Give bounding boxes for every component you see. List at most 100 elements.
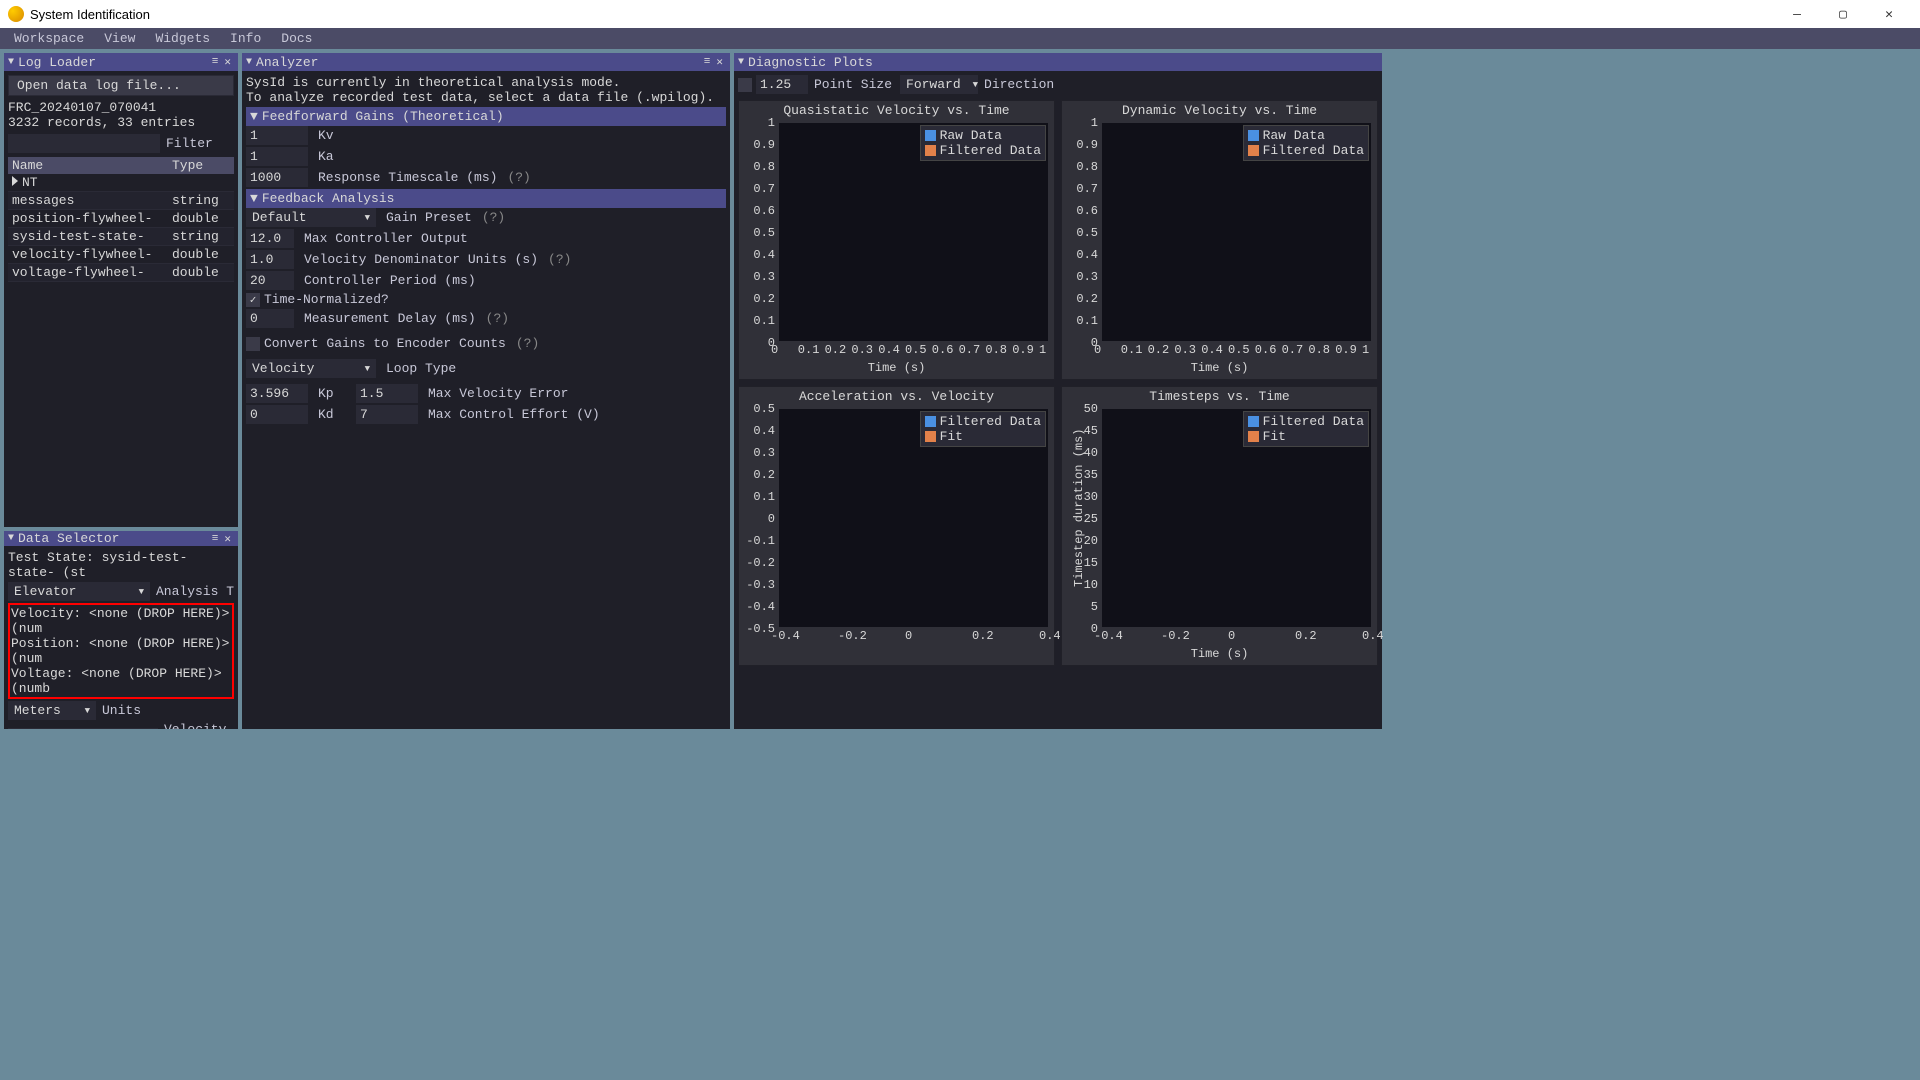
gain-preset-select[interactable]: Default▼ — [246, 208, 376, 227]
entry-type: double — [168, 210, 228, 227]
minimize-button[interactable]: — — [1774, 0, 1820, 28]
loop-type-select[interactable]: Velocity▼ — [246, 359, 376, 378]
legend-item[interactable]: Filtered Data — [1248, 414, 1364, 429]
panel-close-icon[interactable]: ✕ — [713, 55, 726, 69]
position-drop-target[interactable]: Position: <none (DROP HERE)> (num — [11, 636, 231, 666]
table-row[interactable]: messagesstring — [8, 192, 234, 210]
legend-item[interactable]: Filtered Data — [925, 143, 1041, 158]
max-vel-err-label: Max Velocity Error — [428, 386, 568, 401]
table-row[interactable]: position-flywheel-double — [8, 210, 234, 228]
controller-period-input[interactable] — [246, 271, 294, 290]
legend[interactable]: Filtered DataFit — [920, 411, 1046, 447]
legend-text: Raw Data — [940, 128, 1002, 143]
point-size-checkbox[interactable] — [738, 78, 752, 92]
help-icon[interactable]: (?) — [486, 311, 509, 326]
y-tick: 0.9 — [1076, 138, 1098, 152]
x-tick: 0.7 — [959, 343, 981, 357]
help-icon[interactable]: (?) — [548, 252, 571, 267]
legend-item[interactable]: Fit — [925, 429, 1041, 444]
direction-select[interactable]: Forward▼ — [900, 75, 978, 94]
max-effort-input[interactable] — [356, 405, 418, 424]
feedback-header[interactable]: ▼ Feedback Analysis — [246, 189, 726, 208]
time-norm-label: Time-Normalized? — [264, 292, 389, 307]
legend-swatch — [1248, 130, 1259, 141]
diagnostic-header[interactable]: ▼ Diagnostic Plots — [734, 53, 1382, 71]
panel-menu-icon[interactable]: ≡ — [209, 533, 222, 545]
x-tick: 0.4 — [1362, 629, 1384, 643]
point-size-input[interactable] — [756, 75, 808, 94]
menu-docs[interactable]: Docs — [271, 28, 322, 49]
legend-item[interactable]: Fit — [1248, 429, 1364, 444]
legend[interactable]: Raw DataFiltered Data — [920, 125, 1046, 161]
voltage-drop-target[interactable]: Voltage: <none (DROP HERE)> (numb — [11, 666, 231, 696]
data-selector-header[interactable]: ▼ Data Selector ≡ ✕ — [4, 531, 238, 546]
y-tick: 5 — [1091, 600, 1098, 614]
kd-label: Kd — [318, 407, 356, 422]
menu-widgets[interactable]: Widgets — [145, 28, 220, 49]
x-tick: -0.4 — [1094, 629, 1123, 643]
analyzer-header[interactable]: ▼ Analyzer ≡ ✕ — [242, 53, 730, 71]
chart-2[interactable]: Acceleration vs. Velocity0.50.40.30.20.1… — [738, 386, 1055, 666]
response-timescale-input[interactable] — [246, 168, 308, 187]
menu-info[interactable]: Info — [220, 28, 271, 49]
table-row[interactable]: voltage-flywheel-double — [8, 264, 234, 282]
col-header-type[interactable]: Type — [168, 157, 228, 174]
vel-denom-input[interactable] — [246, 250, 294, 269]
y-tick: 50 — [1084, 402, 1098, 416]
filter-input[interactable] — [8, 134, 160, 153]
velocity-scale-input[interactable] — [8, 728, 158, 730]
maximize-button[interactable]: ▢ — [1820, 0, 1866, 28]
y-tick: 0.5 — [1076, 226, 1098, 240]
velocity-drop-target[interactable]: Velocity: <none (DROP HERE)> (num — [11, 606, 231, 636]
chart-3[interactable]: Timesteps vs. Time50454035302520151050-0… — [1061, 386, 1378, 666]
legend-swatch — [925, 416, 936, 427]
y-tick: 0.3 — [753, 446, 775, 460]
feedforward-header[interactable]: ▼ Feedforward Gains (Theoretical) — [246, 107, 726, 126]
panel-menu-icon[interactable]: ≡ — [701, 56, 714, 68]
measurement-delay-input[interactable] — [246, 309, 294, 328]
legend-item[interactable]: Filtered Data — [1248, 143, 1364, 158]
analysis-type-select[interactable]: Elevator ▼ — [8, 582, 150, 601]
collapse-icon: ▼ — [8, 533, 14, 544]
table-row[interactable]: velocity-flywheel-double — [8, 246, 234, 264]
help-icon[interactable]: (?) — [516, 336, 539, 351]
entry-type: double — [168, 246, 228, 263]
panel-close-icon[interactable]: ✕ — [221, 532, 234, 546]
legend-swatch — [925, 431, 936, 442]
open-log-button[interactable]: Open data log file... — [8, 75, 234, 96]
log-loader-header[interactable]: ▼ Log Loader ≡ ✕ — [4, 53, 238, 71]
panel-close-icon[interactable]: ✕ — [221, 55, 234, 69]
legend-item[interactable]: Raw Data — [1248, 128, 1364, 143]
table-row[interactable]: NT — [8, 174, 234, 192]
panel-title: Data Selector — [18, 531, 209, 546]
collapse-icon: ▼ — [738, 57, 744, 68]
max-vel-err-input[interactable] — [356, 384, 418, 403]
x-tick: 0 — [1094, 343, 1101, 357]
help-icon[interactable]: (?) — [482, 210, 505, 225]
table-row[interactable]: sysid-test-state-string — [8, 228, 234, 246]
units-select[interactable]: Meters ▼ — [8, 701, 96, 720]
time-normalized-checkbox[interactable]: ✓ — [246, 293, 260, 307]
plots-grid: Quasistatic Velocity vs. Time10.90.80.70… — [738, 100, 1378, 666]
kv-input[interactable] — [246, 126, 308, 145]
entry-name: velocity-flywheel- — [12, 247, 152, 262]
menu-view[interactable]: View — [94, 28, 145, 49]
legend[interactable]: Raw DataFiltered Data — [1243, 125, 1369, 161]
help-icon[interactable]: (?) — [507, 170, 530, 185]
menu-workspace[interactable]: Workspace — [4, 28, 94, 49]
max-output-input[interactable] — [246, 229, 294, 248]
col-header-name[interactable]: Name — [8, 157, 168, 174]
chart-0[interactable]: Quasistatic Velocity vs. Time10.90.80.70… — [738, 100, 1055, 380]
legend-item[interactable]: Raw Data — [925, 128, 1041, 143]
panel-menu-icon[interactable]: ≡ — [209, 56, 222, 68]
legend-item[interactable]: Filtered Data — [925, 414, 1041, 429]
y-tick: 0.4 — [753, 248, 775, 262]
chart-1[interactable]: Dynamic Velocity vs. Time10.90.80.70.60.… — [1061, 100, 1378, 380]
legend[interactable]: Filtered DataFit — [1243, 411, 1369, 447]
tree-expand-icon[interactable] — [12, 176, 18, 186]
ka-input[interactable] — [246, 147, 308, 166]
kp-input[interactable] — [246, 384, 308, 403]
close-button[interactable]: ✕ — [1866, 0, 1912, 28]
kd-input[interactable] — [246, 405, 308, 424]
convert-gains-checkbox[interactable] — [246, 337, 260, 351]
